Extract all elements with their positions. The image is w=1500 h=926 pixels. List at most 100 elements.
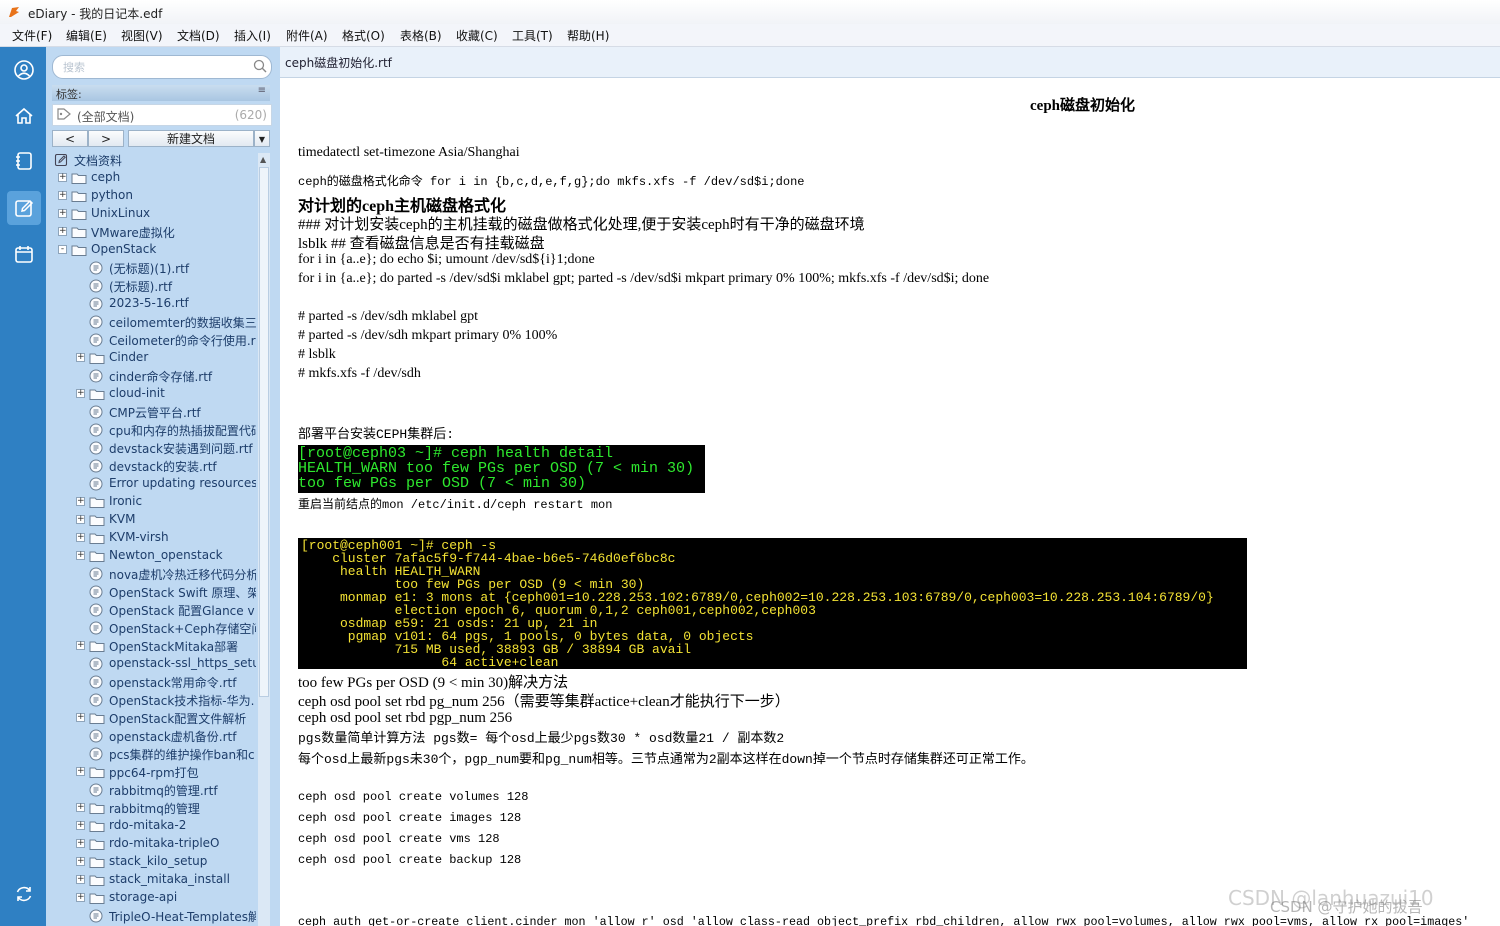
expand-icon[interactable]: + <box>58 173 67 182</box>
tree-file[interactable]: devstack的安装.rtf <box>52 457 256 475</box>
collapse-icon[interactable]: - <box>58 245 67 254</box>
menu-attachment[interactable]: 附件(A) <box>286 27 328 44</box>
tree-file[interactable]: CMP云管平台.rtf <box>52 403 256 421</box>
expand-icon[interactable]: + <box>76 857 85 866</box>
new-document-button[interactable]: 新建文档 <box>128 130 254 147</box>
tree-folder[interactable]: + Ironic <box>52 493 256 511</box>
tree-folder[interactable]: + Newton_openstack <box>52 547 256 565</box>
expand-icon[interactable]: + <box>76 515 85 524</box>
tree-folder[interactable]: - OpenStack <box>52 241 256 259</box>
tree-folder[interactable]: + stack_kilo_setup <box>52 853 256 871</box>
tree-folder[interactable]: + OpenStackMitaka部署 <box>52 637 256 655</box>
menu-document[interactable]: 文档(D) <box>177 27 220 44</box>
expand-icon[interactable]: + <box>76 839 85 848</box>
menu-edit[interactable]: 编辑(E) <box>66 27 107 44</box>
scroll-up-arrow[interactable]: ▲ <box>260 155 266 164</box>
search-input[interactable] <box>61 59 245 76</box>
menu-table[interactable]: 表格(B) <box>400 27 442 44</box>
tree-file[interactable]: OpenStack技术指标-华为. <box>52 691 256 709</box>
expand-icon[interactable]: + <box>76 551 85 560</box>
document-icon <box>89 675 103 692</box>
tree-file[interactable]: OpenStack 配置Glance v <box>52 601 256 619</box>
expand-icon[interactable]: + <box>58 227 67 236</box>
tree-file[interactable]: TripleO-Heat-Templates解 <box>52 907 256 925</box>
expand-icon[interactable]: + <box>76 767 85 776</box>
menu-format[interactable]: 格式(O) <box>342 27 385 44</box>
expand-icon[interactable]: + <box>58 209 67 218</box>
user-icon[interactable] <box>11 57 37 83</box>
tree-item-label: Error updating resources <box>109 476 256 490</box>
document-tab-bar: ceph磁盘初始化.rtf <box>280 47 1500 78</box>
home-icon[interactable] <box>11 103 37 129</box>
expand-icon[interactable]: + <box>76 641 85 650</box>
tree-item-label: python <box>91 188 133 202</box>
tree-file[interactable]: rabbitmq的管理.rtf <box>52 781 256 799</box>
tree-file[interactable]: Ceilometer的命令行使用.r <box>52 331 256 349</box>
tree-folder[interactable]: + OpenStack配置文件解析 <box>52 709 256 727</box>
edit-document-icon[interactable] <box>7 191 41 225</box>
tree-file[interactable]: OpenStack Swift 原理、架 <box>52 583 256 601</box>
tab-ceph-disk-init[interactable]: ceph磁盘初始化.rtf <box>285 54 392 71</box>
folder-icon <box>89 801 105 818</box>
expand-icon[interactable]: + <box>76 389 85 398</box>
tree-folder[interactable]: + cloud-init <box>52 385 256 403</box>
menu-tools[interactable]: 工具(T) <box>512 27 553 44</box>
tree-folder[interactable]: + Cinder <box>52 349 256 367</box>
tree-file[interactable]: devstack安装遇到问题.rtf <box>52 439 256 457</box>
prev-button[interactable]: < <box>52 130 88 147</box>
expand-icon[interactable]: + <box>76 533 85 542</box>
expand-icon[interactable]: + <box>76 875 85 884</box>
tree-file[interactable]: openstack虚机备份.rtf <box>52 727 256 745</box>
tree-file[interactable]: Error updating resources <box>52 475 256 493</box>
menu-help[interactable]: 帮助(H) <box>567 27 609 44</box>
doc-line: ### 对计划安装ceph的主机挂载的磁盘做格式化处理,便于安装ceph时有干净… <box>298 217 865 233</box>
expand-icon[interactable]: + <box>76 803 85 812</box>
tree-file[interactable]: OpenStack+Ceph存储空间 <box>52 619 256 637</box>
menu-file[interactable]: 文件(F) <box>12 27 52 44</box>
tree-file[interactable]: nova虚机冷热迁移代码分析 <box>52 565 256 583</box>
expand-icon[interactable]: + <box>76 713 85 722</box>
menu-insert[interactable]: 插入(I) <box>234 27 271 44</box>
tags-options-icon[interactable]: ≡ <box>258 85 266 96</box>
sync-icon[interactable] <box>11 881 37 907</box>
tree-file[interactable]: cpu和内存的热插拔配置代码 <box>52 421 256 439</box>
menu-favorites[interactable]: 收藏(C) <box>456 27 498 44</box>
tree-folder[interactable]: + VMware虚拟化 <box>52 223 256 241</box>
tree-folder[interactable]: + stack_mitaka_install <box>52 871 256 889</box>
new-document-dropdown[interactable]: ▼ <box>254 130 270 147</box>
expand-icon[interactable]: + <box>76 353 85 362</box>
tree-folder[interactable]: + KVM-virsh <box>52 529 256 547</box>
tree-folder[interactable]: + ceph <box>52 169 256 187</box>
tree-file[interactable]: openstack-ssl_https_setu <box>52 655 256 673</box>
tree-folder[interactable]: + UnixLinux <box>52 205 256 223</box>
all-documents-tag[interactable]: (全部文档) (620) <box>52 104 272 126</box>
tree-folder[interactable]: + python <box>52 187 256 205</box>
tree-file[interactable]: openstack常用命令.rtf <box>52 673 256 691</box>
tree-root[interactable]: 文档资料 <box>52 151 256 169</box>
tree-file[interactable]: (无标题).rtf <box>52 277 256 295</box>
tree-folder[interactable]: + rabbitmq的管理 <box>52 799 256 817</box>
tree-folder[interactable]: + rdo-mitaka-tripleO <box>52 835 256 853</box>
tree-file[interactable]: pcs集群的维护操作ban和c <box>52 745 256 763</box>
expand-icon[interactable]: + <box>76 497 85 506</box>
document-editor[interactable]: ceph磁盘初始化 timedatectl set-timezone Asia/… <box>280 78 1500 926</box>
tree-file[interactable]: (无标题)(1).rtf <box>52 259 256 277</box>
tree-folder[interactable]: + storage-api <box>52 889 256 907</box>
tree-scrollbar[interactable]: ▲ <box>258 153 270 926</box>
tree-folder[interactable]: + rdo-mitaka-2 <box>52 817 256 835</box>
next-button[interactable]: > <box>88 130 124 147</box>
calendar-icon[interactable] <box>11 241 37 267</box>
menu-view[interactable]: 视图(V) <box>121 27 163 44</box>
tree-folder[interactable]: + KVM <box>52 511 256 529</box>
tree-file[interactable]: cinder命令存储.rtf <box>52 367 256 385</box>
notebook-icon[interactable] <box>11 148 37 174</box>
scrollbar-thumb[interactable] <box>259 167 269 697</box>
tree-folder[interactable]: + ppc64-rpm打包 <box>52 763 256 781</box>
expand-icon[interactable]: + <box>58 191 67 200</box>
tree-file[interactable]: ceilomemter的数据收集三 <box>52 313 256 331</box>
expand-icon[interactable]: + <box>76 893 85 902</box>
folder-icon <box>71 189 87 206</box>
search-icon[interactable] <box>253 59 267 73</box>
tree-file[interactable]: 2023-5-16.rtf <box>52 295 256 313</box>
expand-icon[interactable]: + <box>76 821 85 830</box>
